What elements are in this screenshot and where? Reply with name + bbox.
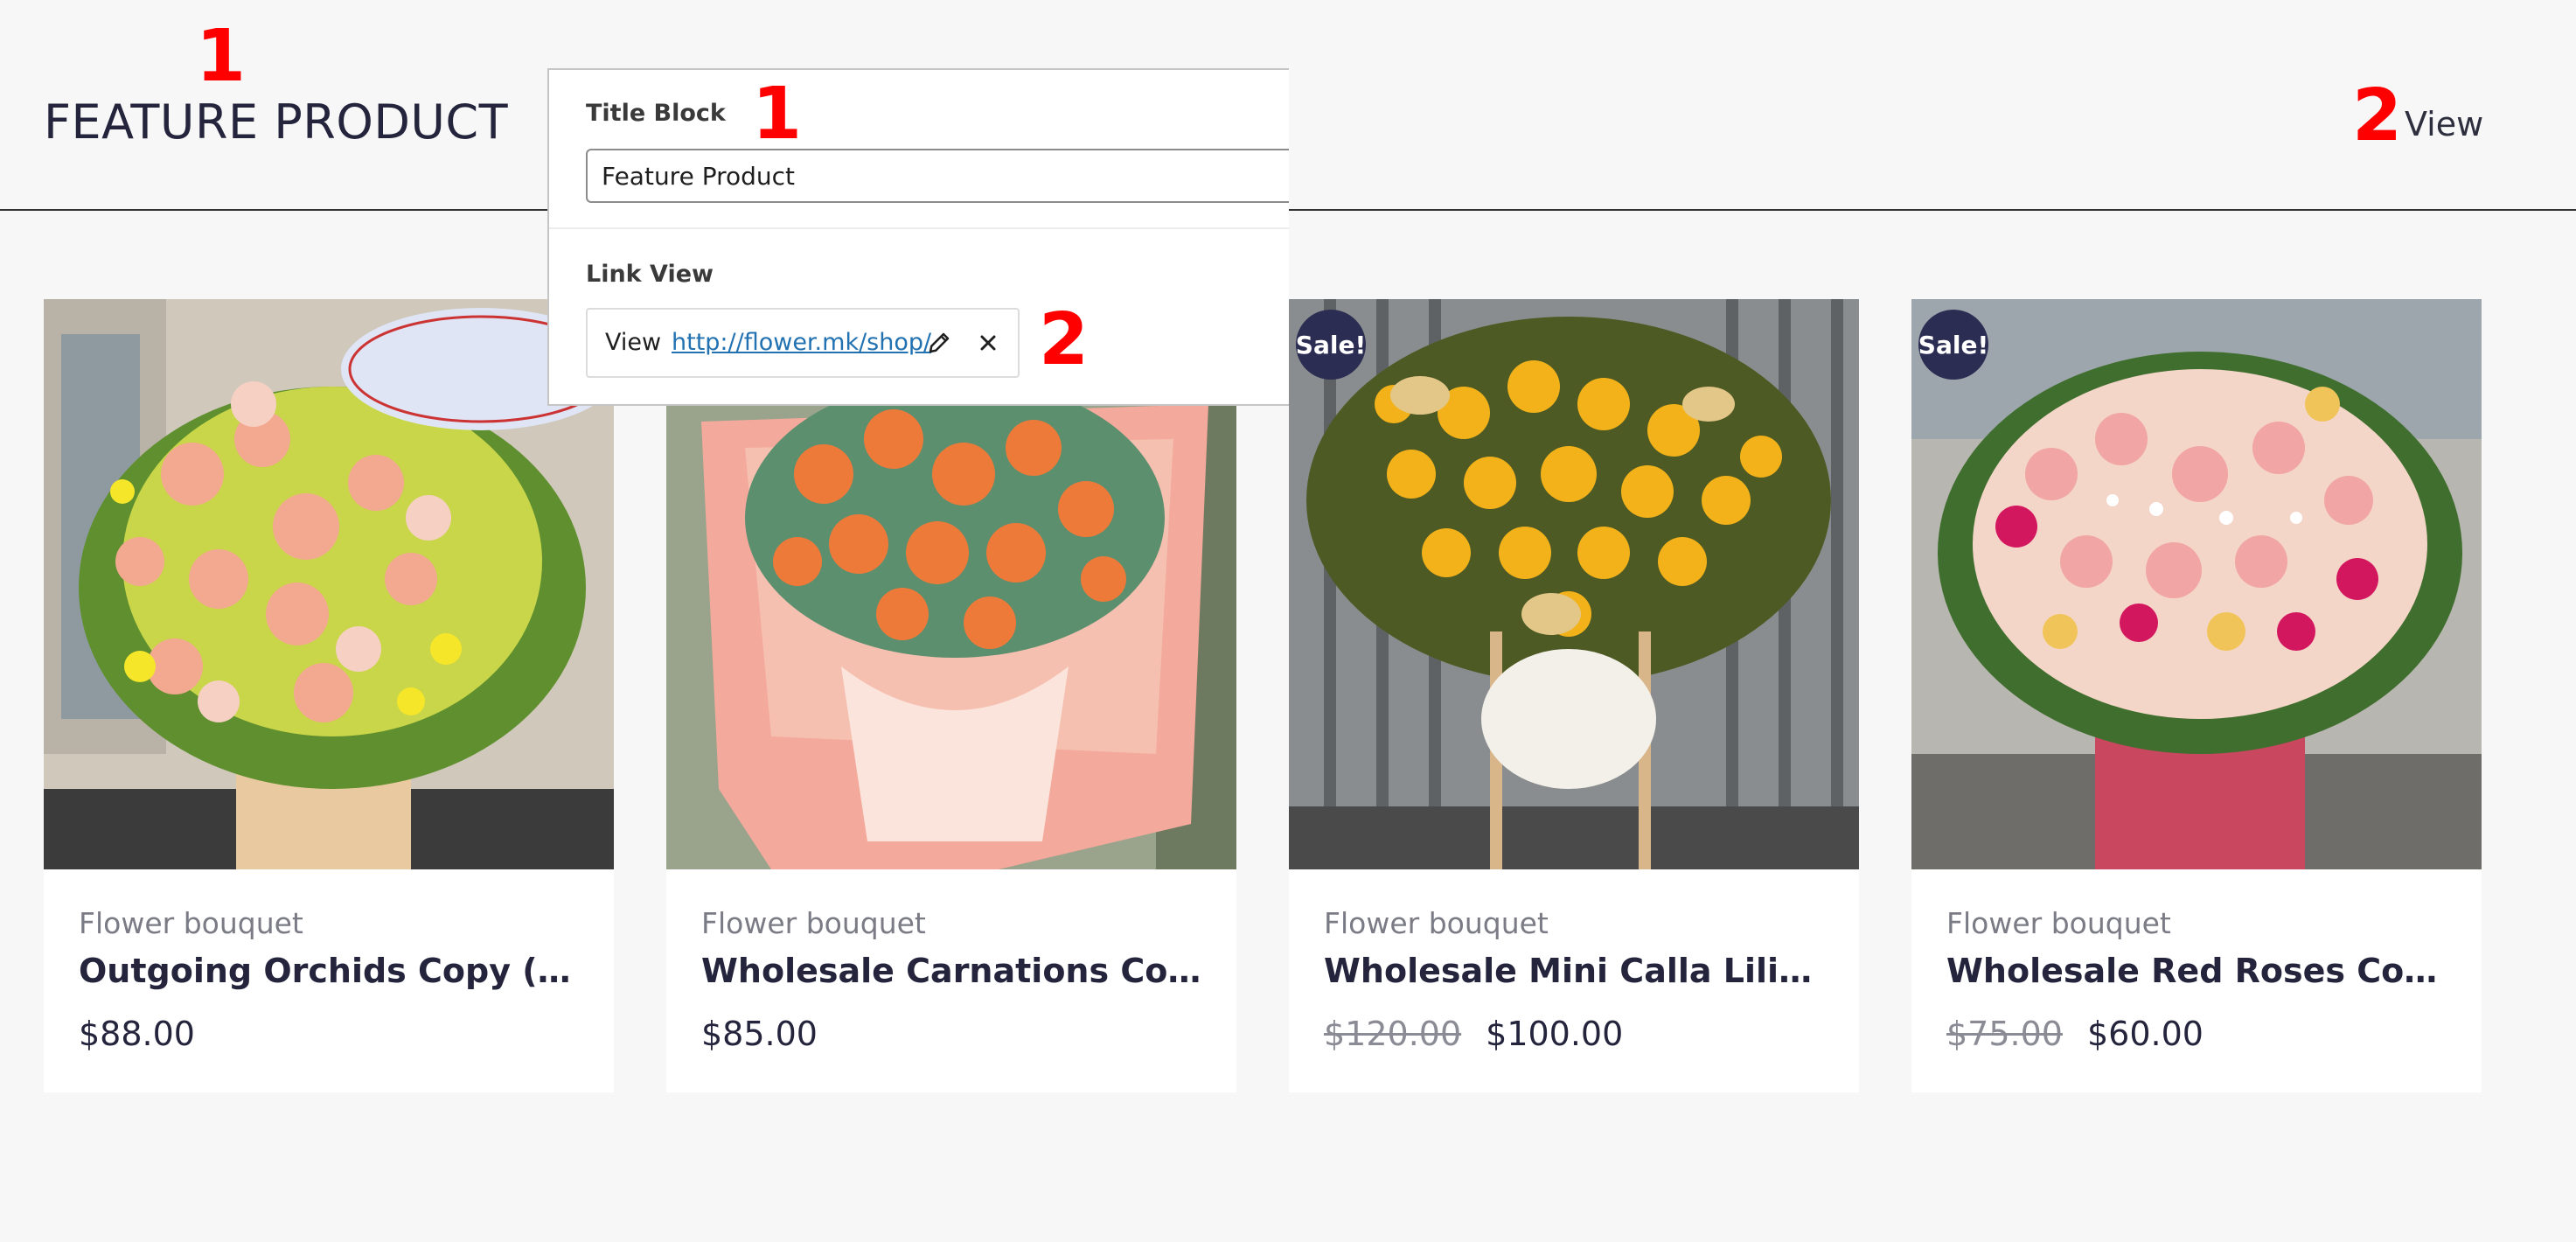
product-price: $60.00	[2086, 1015, 2204, 1053]
title-block-label: Title Block	[586, 100, 726, 127]
product-card[interactable]: Flower bouquet Outgoing Orchids Copy (Co…	[44, 299, 614, 1092]
section-title: FEATURE PRODUCT	[44, 94, 509, 150]
product-image[interactable]	[44, 299, 614, 869]
product-price: $85.00	[701, 1015, 818, 1053]
view-link[interactable]: View	[2405, 103, 2483, 145]
sale-badge: Sale!	[1296, 310, 1366, 380]
link-url[interactable]: http://flower.mk/shop/	[672, 329, 931, 356]
product-category: Flower bouquet	[1324, 906, 1549, 940]
product-name[interactable]: Wholesale Red Roses Copy…	[1946, 950, 2454, 992]
edit-link-button[interactable]	[922, 325, 957, 360]
product-image[interactable]: Sale!	[1289, 299, 1859, 869]
product-old-price: $120.00	[1324, 1015, 1462, 1053]
product-card[interactable]: Flower bouquet Wholesale Carnations Copy…	[666, 299, 1236, 1092]
link-view-label: Link View	[586, 261, 714, 288]
panel-divider	[549, 227, 1289, 229]
annotation-marker-panel-link: 2	[1039, 298, 1090, 381]
block-settings-popover: Title Block 1 Link View View http://flow…	[547, 68, 1289, 406]
product-price-row: $75.00 $60.00	[1946, 1013, 2204, 1055]
product-price-row: $88.00	[79, 1013, 195, 1055]
product-name[interactable]: Wholesale Carnations Copy…	[701, 950, 1208, 992]
link-prefix: View	[605, 329, 662, 356]
annotation-marker-title: 1	[196, 15, 247, 98]
link-view-control: View http://flower.mk/shop/	[586, 308, 1020, 378]
product-old-price: $75.00	[1946, 1015, 2063, 1053]
sale-badge: Sale!	[1918, 310, 1988, 380]
product-price-row: $85.00	[701, 1013, 818, 1055]
product-price: $88.00	[79, 1015, 195, 1053]
product-image[interactable]: Sale!	[1911, 299, 2482, 869]
product-card[interactable]: Sale! Flower bouquet Wholesale Mini Call…	[1289, 299, 1859, 1092]
remove-link-button[interactable]	[971, 325, 1006, 360]
product-card[interactable]: Sale! Flower bouquet Wholesale Red Roses…	[1911, 299, 2482, 1092]
close-icon	[980, 335, 996, 351]
title-block-input[interactable]	[586, 149, 1289, 203]
pencil-icon	[929, 332, 950, 353]
annotation-marker-panel-title: 1	[752, 73, 803, 156]
product-category: Flower bouquet	[1946, 906, 2171, 940]
product-name[interactable]: Outgoing Orchids Copy (Copy)	[79, 950, 586, 992]
annotation-marker-view: 2	[2352, 74, 2403, 157]
product-category: Flower bouquet	[701, 906, 926, 940]
product-price: $100.00	[1486, 1015, 1624, 1053]
product-category: Flower bouquet	[79, 906, 303, 940]
product-price-row: $120.00 $100.00	[1324, 1013, 1623, 1055]
product-name[interactable]: Wholesale Mini Calla Lilies…	[1324, 950, 1831, 992]
